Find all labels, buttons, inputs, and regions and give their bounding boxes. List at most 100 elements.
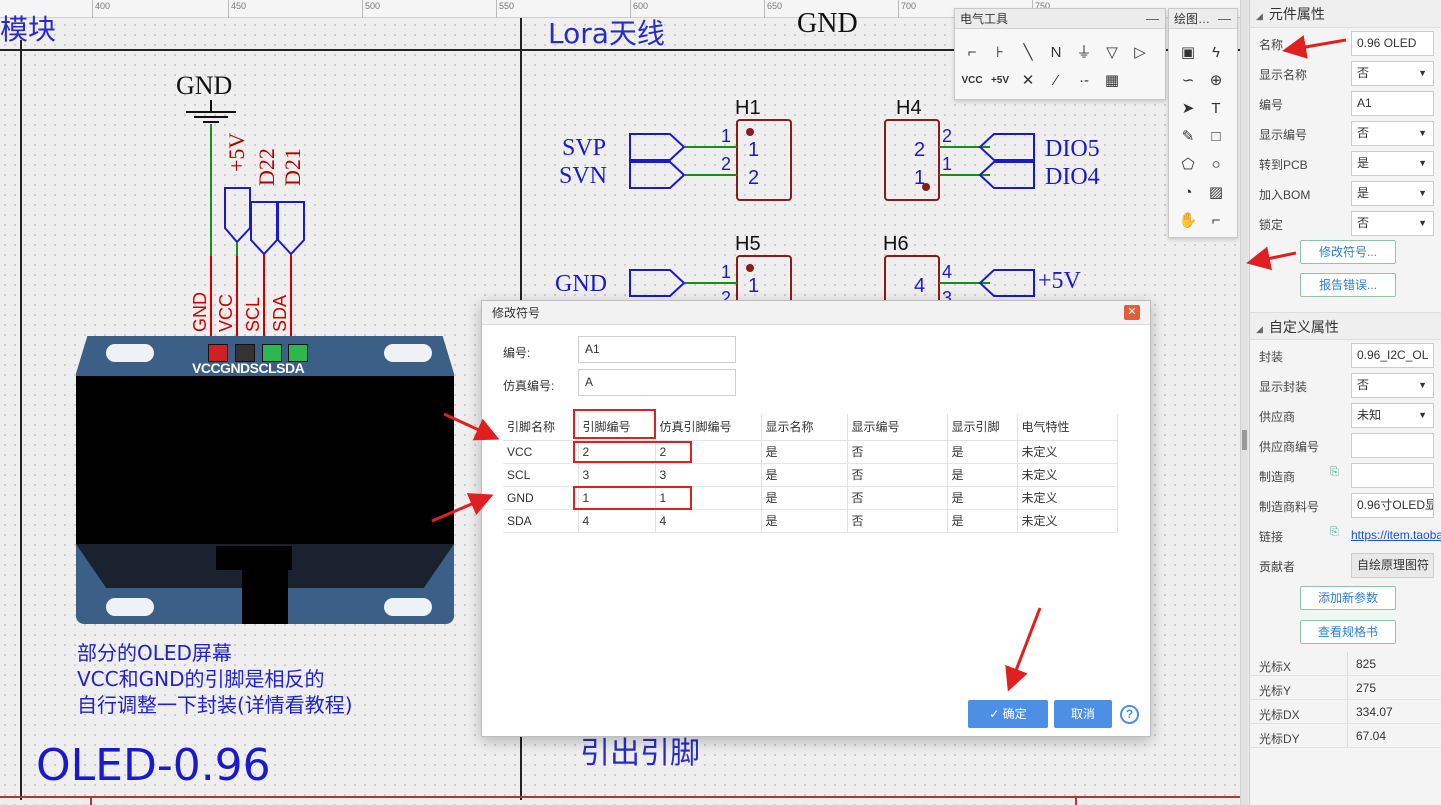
cursor-value: 825 bbox=[1356, 657, 1377, 671]
arrowhead-icon[interactable]: ➤ bbox=[1177, 98, 1199, 120]
column-header[interactable]: 显示名称 bbox=[761, 414, 848, 441]
cancel-button[interactable]: 取消 bbox=[1054, 700, 1112, 728]
property-label: 贡献者 bbox=[1259, 560, 1296, 574]
panel-header[interactable]: 电气工具 — bbox=[955, 9, 1165, 29]
cursor-value: 275 bbox=[1356, 681, 1377, 695]
table-cell[interactable]: 3 bbox=[578, 463, 656, 487]
property-select[interactable]: 否 bbox=[1351, 61, 1434, 86]
property-select[interactable]: 是 bbox=[1351, 151, 1434, 176]
splitter-grip-icon[interactable] bbox=[1242, 430, 1247, 450]
property-select[interactable]: 否 bbox=[1351, 211, 1434, 236]
property-select[interactable]: 否 bbox=[1351, 373, 1434, 398]
column-header[interactable]: 显示引脚 bbox=[947, 414, 1018, 441]
rectangle-icon[interactable]: □ bbox=[1205, 126, 1227, 148]
circle-icon[interactable]: ○ bbox=[1205, 154, 1227, 176]
electrical-tools-panel[interactable]: 电气工具 — ⌐ ⊦ ╲ N ⏚ ▽ ▷ VCC +5V ✕ ⁄ ·- ▦ bbox=[954, 8, 1166, 100]
bus-entry-icon[interactable]: ╲ bbox=[1017, 42, 1039, 64]
panel-title: 电气工具 bbox=[960, 12, 1009, 26]
add-param-button[interactable]: 添加新参数 bbox=[1300, 586, 1396, 610]
collapse-icon[interactable]: ◢ bbox=[1256, 11, 1263, 21]
table-cell: 是 bbox=[947, 440, 1018, 464]
edit-icon[interactable]: ⎘ bbox=[1330, 466, 1339, 479]
table-cell[interactable]: 4 bbox=[578, 509, 656, 533]
property-input[interactable]: 0.96_I2C_OL bbox=[1351, 343, 1434, 368]
pin-name-vcc: VCC bbox=[216, 294, 236, 332]
gnd-symbol-label: GND bbox=[176, 71, 232, 100]
view-datasheet-button[interactable]: 查看规格书 bbox=[1300, 620, 1396, 644]
sim-ref-input[interactable]: A bbox=[578, 369, 736, 396]
plus5v-icon[interactable]: +5V bbox=[989, 70, 1011, 92]
netport-icon[interactable]: ▷ bbox=[1129, 42, 1151, 64]
property-select[interactable]: 是 bbox=[1351, 181, 1434, 206]
property-row: 转到PCB 是 bbox=[1250, 148, 1441, 178]
net-label-icon[interactable]: N bbox=[1045, 42, 1067, 64]
pan-hand-icon[interactable]: ✋ bbox=[1177, 210, 1199, 232]
property-input[interactable]: 0.96 OLED bbox=[1351, 31, 1434, 56]
image-rect-icon[interactable]: ▣ bbox=[1177, 42, 1199, 64]
freehand-icon[interactable]: ✎ bbox=[1177, 126, 1199, 148]
picture-icon[interactable]: ▨ bbox=[1205, 182, 1227, 204]
header-pin-label: 1 bbox=[721, 262, 731, 282]
polyline-icon[interactable]: ϟ bbox=[1205, 42, 1227, 64]
report-error-button[interactable]: 报告错误... bbox=[1300, 273, 1396, 297]
section-title: 元件属性 bbox=[1268, 6, 1325, 22]
property-select[interactable]: 否 bbox=[1351, 121, 1434, 146]
net-label-svn: SVN bbox=[559, 163, 607, 189]
minimize-icon[interactable]: — bbox=[1218, 9, 1231, 29]
help-icon[interactable]: ? bbox=[1120, 705, 1139, 724]
property-input[interactable]: 0.96寸OLED显 bbox=[1351, 493, 1434, 518]
pie-arc-icon[interactable]: ◔ bbox=[1177, 182, 1199, 204]
close-icon[interactable]: ✕ bbox=[1124, 305, 1140, 320]
cursor-label: 光标DX bbox=[1259, 708, 1300, 722]
component-props-header[interactable]: ◢ 元件属性 bbox=[1250, 0, 1441, 28]
oled-module-image[interactable]: VCCGNDSCLSDA bbox=[76, 336, 454, 624]
property-label: 编号 bbox=[1259, 98, 1284, 112]
bus-icon[interactable]: ⊦ bbox=[989, 42, 1011, 64]
edit-icon[interactable]: ⎘ bbox=[1330, 526, 1339, 539]
table-cell[interactable]: 3 bbox=[655, 463, 762, 487]
vcc-icon[interactable]: VCC bbox=[961, 70, 983, 92]
net-label-dio5: DIO5 bbox=[1045, 136, 1100, 162]
collapse-icon[interactable]: ◢ bbox=[1256, 324, 1263, 334]
polygon-icon[interactable]: ⬠ bbox=[1177, 154, 1199, 176]
oled-section-title: OLED-0.96 bbox=[36, 740, 271, 791]
voltage-probe-icon[interactable]: ⁄ bbox=[1045, 70, 1067, 92]
column-header[interactable]: 电气特性 bbox=[1017, 414, 1118, 441]
property-select[interactable]: 未知 bbox=[1351, 403, 1434, 428]
custom-props-header[interactable]: ◢ 自定义属性 bbox=[1250, 312, 1441, 340]
no-connect-icon[interactable]: ✕ bbox=[1017, 70, 1039, 92]
column-header[interactable]: 仿真引脚编号 bbox=[655, 414, 762, 441]
header-pin-label: 1 bbox=[942, 154, 952, 174]
dimension-icon[interactable]: ⌐ bbox=[1205, 210, 1227, 232]
panel-header[interactable]: 绘图… — bbox=[1169, 9, 1237, 29]
drawing-tools-panel[interactable]: 绘图… — ▣ ϟ ∽ ⊕ ➤ T ✎ □ ⬠ ○ ◔ ▨ ✋ ⌐ bbox=[1168, 8, 1238, 238]
minimize-icon[interactable]: — bbox=[1146, 9, 1159, 29]
pie-icon[interactable]: ⊕ bbox=[1205, 70, 1227, 92]
panel-splitter[interactable] bbox=[1240, 0, 1248, 805]
property-input[interactable]: A1 bbox=[1351, 91, 1434, 116]
arc-icon[interactable]: ∽ bbox=[1177, 70, 1199, 92]
property-input[interactable] bbox=[1351, 433, 1434, 458]
column-header[interactable]: 显示编号 bbox=[847, 414, 948, 441]
table-cell[interactable]: 4 bbox=[655, 509, 762, 533]
table-cell: 否 bbox=[847, 463, 948, 487]
property-input[interactable]: 自绘原理图符 bbox=[1351, 553, 1434, 578]
ground-icon[interactable]: ⏚ bbox=[1073, 42, 1095, 64]
text-icon[interactable]: T bbox=[1205, 98, 1227, 120]
ref-input[interactable]: A1 bbox=[578, 336, 736, 363]
mount-hole bbox=[106, 598, 154, 616]
column-header[interactable]: 引脚名称 bbox=[503, 414, 579, 441]
table-row[interactable]: SCL 3 3 是否是未定义 bbox=[503, 463, 1118, 487]
property-label: 显示名称 bbox=[1259, 68, 1308, 82]
property-link[interactable]: https://item.taoba bbox=[1351, 528, 1441, 542]
property-input[interactable] bbox=[1351, 463, 1434, 488]
confirm-button[interactable]: ✓ 确定 bbox=[968, 700, 1048, 728]
group-icon[interactable]: ▦ bbox=[1101, 70, 1123, 92]
dialog-header[interactable]: 修改符号 ✕ bbox=[482, 301, 1150, 325]
modify-symbol-button[interactable]: 修改符号... bbox=[1300, 240, 1396, 264]
pin-icon[interactable]: ·- bbox=[1073, 70, 1095, 92]
net-flag-icon[interactable]: ▽ bbox=[1101, 42, 1123, 64]
table-row[interactable]: SDA 4 4 是否是未定义 bbox=[503, 509, 1118, 533]
net-label-d21: D21 bbox=[280, 148, 305, 186]
wire-icon[interactable]: ⌐ bbox=[961, 42, 983, 64]
